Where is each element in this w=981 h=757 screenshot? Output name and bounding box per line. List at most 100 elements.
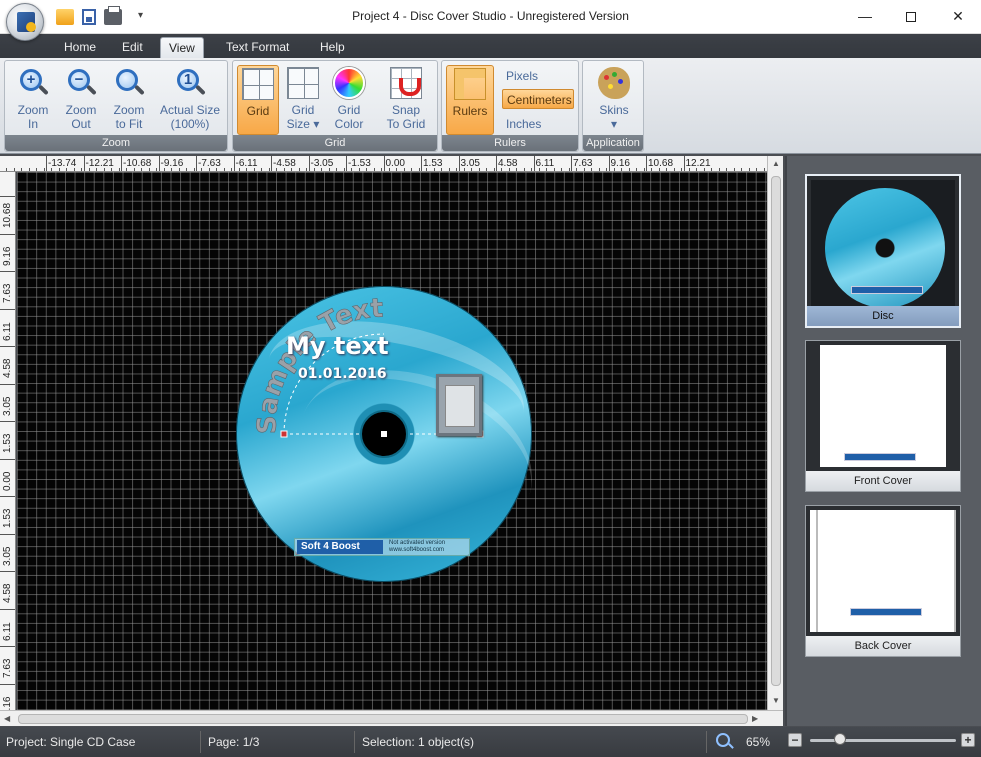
skins-label: Skins ▾: [599, 103, 629, 131]
unit-pixels-option[interactable]: Pixels: [502, 66, 574, 86]
zoom-slider-thumb[interactable]: [833, 733, 846, 745]
zoom-in-small-button[interactable]: +: [961, 733, 975, 747]
rulers-toggle-button[interactable]: Rulers: [446, 65, 494, 135]
ruler-label: 7.63: [2, 283, 13, 303]
scroll-up-icon[interactable]: ▲: [772, 159, 780, 168]
ruler-tick: [46, 156, 47, 171]
ruler-label: -10.68: [123, 158, 152, 169]
ruler-tick: [0, 646, 15, 647]
ruler-label: -13.74: [48, 158, 77, 169]
grid-icon: [242, 68, 274, 100]
zoom-to-fit-icon: [113, 67, 145, 99]
actual-size-button[interactable]: 1 Actual Size (100%): [155, 65, 225, 135]
zoom-slider-track[interactable]: [810, 739, 956, 742]
vertical-scroll-thumb[interactable]: [771, 176, 781, 686]
grid-size-button[interactable]: Grid Size ▾: [281, 65, 325, 135]
zoom-out-button[interactable]: − Zoom Out: [57, 65, 105, 135]
disc-date-text[interactable]: 01.01.2016: [298, 366, 387, 382]
close-button[interactable]: ✕: [935, 0, 981, 32]
ruler-tick: [0, 308, 15, 310]
zoom-out-label: Zoom Out: [65, 103, 97, 131]
tab-home[interactable]: Home: [56, 37, 104, 58]
page-preview: [820, 345, 946, 467]
unit-centimeters-option[interactable]: Centimeters: [502, 89, 574, 109]
disc-title-text[interactable]: My text: [286, 332, 389, 360]
ruler-tick: [233, 156, 235, 171]
tab-edit[interactable]: Edit: [114, 37, 151, 58]
selection-handle-left[interactable]: [280, 430, 288, 438]
horizontal-scrollbar[interactable]: ◀ ▶: [0, 710, 783, 726]
design-canvas[interactable]: Sample Text My text 01.01.2016 Soft 4 Bo…: [17, 172, 767, 710]
minimize-button[interactable]: —: [842, 0, 888, 32]
page-thumb-front-cover[interactable]: Front Cover: [805, 340, 961, 492]
ruler-label: 4.58: [2, 358, 13, 378]
soft4boost-logo: Soft 4 Boost: [297, 540, 383, 554]
unit-inches-option[interactable]: Inches: [502, 114, 574, 134]
maximize-icon: [906, 12, 916, 23]
ruler-tick: [0, 271, 15, 272]
zoom-group-label: Zoom: [5, 135, 227, 151]
zoom-out-small-button[interactable]: −: [788, 733, 802, 747]
maximize-button[interactable]: [888, 0, 934, 32]
ruler-tick: [0, 683, 15, 685]
disc-photo-frame[interactable]: [436, 374, 482, 436]
grid-group-label: Grid: [233, 135, 437, 151]
ruler-tick: [0, 233, 15, 235]
actual-size-label: Actual Size (100%): [159, 103, 221, 131]
page-thumb-disc[interactable]: Disc: [805, 174, 961, 328]
scroll-right-icon[interactable]: ▶: [752, 714, 758, 723]
ruler-tick: [196, 156, 197, 171]
selection-center-handle[interactable]: [380, 430, 388, 438]
color-wheel-icon: [333, 67, 365, 99]
title-bar: ▾ Project 4 - Disc Cover Studio - Unregi…: [0, 0, 981, 41]
application-menu-button[interactable]: [6, 3, 44, 41]
grid-group: Grid Grid Size ▾ Grid Color Snap To Grid…: [232, 60, 438, 152]
page-thumb-label: Back Cover: [806, 636, 960, 656]
magnet-icon: [390, 67, 422, 99]
ruler-tick: [0, 571, 15, 572]
status-project: Project: Single CD Case: [6, 735, 136, 749]
scroll-left-icon[interactable]: ◀: [4, 714, 10, 723]
app-logo-spark-icon: [26, 22, 36, 32]
unregistered-note: Not activated version www.soft4boost.com: [389, 540, 446, 553]
ruler-label: 6.11: [2, 321, 13, 341]
grid-size-icon: [287, 67, 319, 99]
zoom-in-button[interactable]: + Zoom In: [9, 65, 57, 135]
ruler-label: 7.63: [2, 658, 13, 678]
snap-to-grid-button[interactable]: Snap To Grid: [379, 65, 433, 135]
ruler-label: 3.05: [2, 546, 13, 566]
horizontal-scroll-thumb[interactable]: [18, 714, 748, 724]
vertical-ruler: 10.68 9.16 7.63 6.11 4.58 3.05 1.53 0.00 1.53 3.0…: [0, 172, 16, 710]
status-separator: [200, 731, 201, 753]
ruler-tick: [683, 156, 685, 171]
ruler-tick: [608, 156, 610, 171]
preview-logo: [844, 453, 916, 461]
ruler-tick: [308, 156, 310, 171]
tab-view[interactable]: View: [160, 37, 204, 58]
grid-size-label: Grid Size ▾: [286, 103, 320, 131]
ruler-label: 1.53: [2, 433, 13, 453]
zoom-to-fit-label: Zoom to Fit: [113, 103, 145, 131]
ruler-label: 4.58: [2, 583, 13, 603]
tab-text-format[interactable]: Text Format: [218, 37, 297, 58]
vertical-scrollbar[interactable]: ▲ ▼: [767, 156, 783, 710]
tab-help[interactable]: Help: [312, 37, 353, 58]
arc-sample-text: Sample Text: [252, 293, 384, 434]
grid-color-button[interactable]: Grid Color: [327, 65, 371, 135]
ruler-label: 1.53: [2, 508, 13, 528]
scroll-down-icon[interactable]: ▼: [772, 696, 780, 705]
pages-panel: Disc Front Cover Back Cover: [785, 156, 981, 726]
watermark-bar: Soft 4 Boost Not activated version www.s…: [294, 538, 470, 556]
disc-label-design[interactable]: Sample Text My text 01.01.2016 Soft 4 Bo…: [236, 286, 557, 582]
actual-size-icon: 1: [174, 67, 206, 99]
zoom-to-fit-button[interactable]: Zoom to Fit: [105, 65, 153, 135]
ruler-label: -12.21: [85, 158, 114, 169]
zoom-level: 65%: [746, 735, 771, 749]
page-thumb-back-cover[interactable]: Back Cover: [805, 505, 961, 657]
page-thumb-label: Disc: [807, 306, 959, 326]
palette-icon: [598, 67, 630, 99]
ruler-tick: [0, 496, 15, 497]
zoom-in-label: Zoom In: [17, 103, 49, 131]
skins-button[interactable]: Skins ▾: [589, 65, 639, 135]
grid-toggle-button[interactable]: Grid: [237, 65, 279, 135]
